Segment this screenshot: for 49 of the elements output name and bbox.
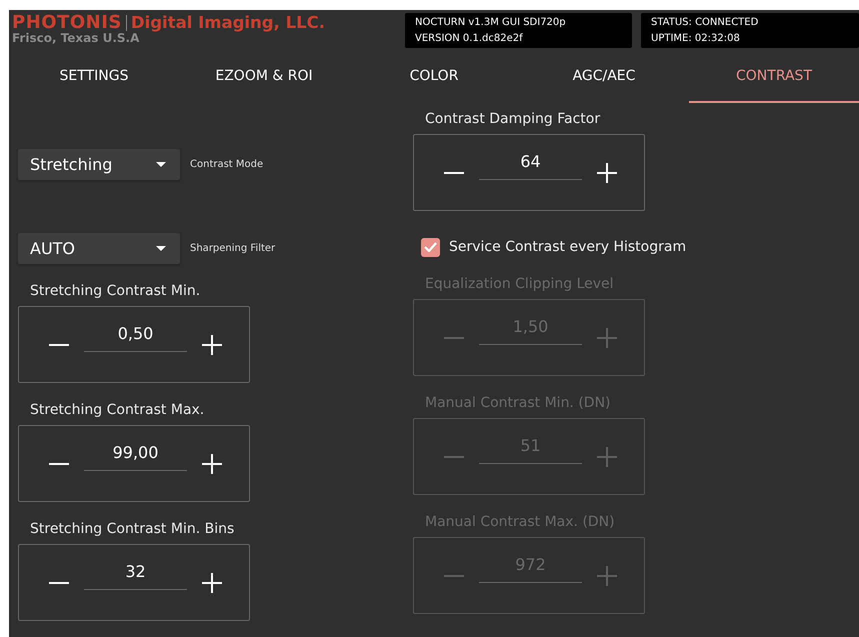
tab[interactable]: CONTRAST	[689, 50, 859, 103]
dropdown-label: Contrast Mode	[190, 158, 264, 170]
caret-icon	[156, 246, 166, 251]
tab[interactable]: COLOR	[349, 50, 519, 103]
field-label: Manual Contrast Max. (DN)	[424, 514, 616, 530]
field-label: Contrast Damping Factor	[424, 111, 602, 127]
plus-icon	[597, 162, 617, 182]
info-text: STATUS: CONNECTED	[651, 16, 760, 30]
minus-icon	[49, 582, 69, 584]
plus-icon	[597, 446, 617, 466]
number-spinner[interactable]: 64	[413, 134, 645, 211]
minus-icon	[49, 344, 69, 346]
value-field[interactable]: 0,50	[84, 324, 187, 352]
field-label: Stretching Contrast Max.	[29, 402, 206, 418]
field-label: Stretching Contrast Min. Bins	[29, 521, 236, 537]
minus-icon	[444, 456, 464, 458]
field-label: Equalization Clipping Level	[424, 276, 615, 292]
field-label: Manual Contrast Min. (DN)	[424, 395, 612, 411]
dropdown[interactable]: AUTO	[18, 233, 180, 264]
plus-icon	[597, 566, 617, 586]
info-text: NOCTURN v1.3M GUI SDI720p	[415, 16, 567, 30]
tab[interactable]: AGC/AEC	[519, 50, 689, 103]
dropdown[interactable]: Stretching	[18, 148, 180, 180]
value-field[interactable]: 64	[479, 152, 582, 180]
caret-icon	[156, 162, 166, 166]
info-text: VERSION 0.1.dc82e2f	[415, 32, 524, 46]
plus-icon	[202, 454, 222, 474]
tab[interactable]: SETTINGS	[9, 50, 179, 103]
number-spinner[interactable]: 99,00	[18, 425, 250, 502]
company-location: Frisco, Texas U.S.A	[12, 32, 140, 44]
minus-icon	[444, 172, 464, 174]
checkbox-label: Service Contrast every Histogram	[449, 239, 686, 255]
plus-icon	[202, 334, 222, 354]
dropdown-label: Sharpening Filter	[190, 243, 276, 254]
minus-icon	[444, 336, 464, 338]
info-text: UPTIME: 02:32:08	[651, 32, 741, 46]
field-label: Stretching Contrast Min.	[29, 283, 202, 299]
minus-icon	[444, 574, 464, 576]
company-name: Digital Imaging, LLC.	[130, 14, 326, 32]
tab[interactable]: EZOOM & ROI	[179, 50, 349, 103]
minus-icon	[49, 462, 69, 464]
plus-icon	[202, 572, 222, 592]
brand-logo: PHOTONIS	[12, 14, 122, 32]
number-spinner[interactable]: 0,50	[18, 306, 250, 383]
number-spinner[interactable]: 32	[18, 544, 250, 621]
plus-icon	[597, 328, 617, 348]
value-field[interactable]: 99,00	[84, 442, 187, 470]
checkbox[interactable]	[421, 238, 440, 256]
value-field[interactable]: 32	[84, 562, 187, 590]
